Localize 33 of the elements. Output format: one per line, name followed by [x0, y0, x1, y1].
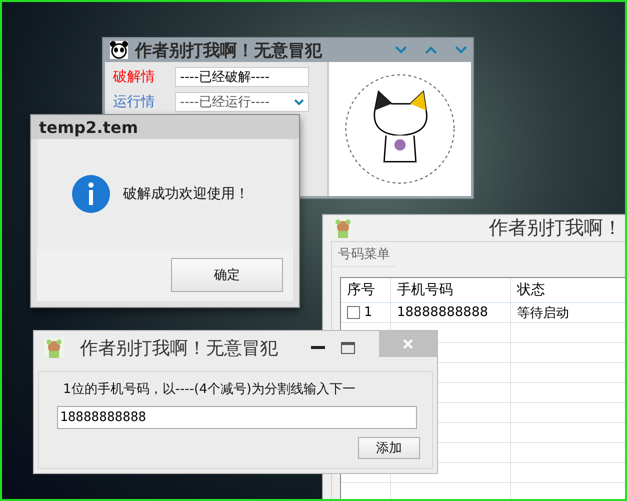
- window-title: 作者别打我啊！: [488, 216, 622, 241]
- number-input-field[interactable]: 18888888888: [57, 406, 417, 429]
- maximize-icon[interactable]: [341, 342, 355, 354]
- text-field[interactable]: ----已经破解----: [175, 67, 309, 87]
- ok-button[interactable]: 确定: [171, 258, 283, 292]
- table-cell: 等待启动: [511, 303, 625, 322]
- chevron-down-icon[interactable]: [455, 46, 467, 54]
- add-button[interactable]: 添加: [358, 437, 420, 459]
- column-header: 状态: [511, 278, 625, 302]
- instruction-text: 1位的手机号码，以----(4个减号)为分割线输入下一: [62, 381, 356, 398]
- caret-icon: [294, 98, 304, 106]
- info-icon: [71, 174, 111, 214]
- menu-tab[interactable]: 号码菜单: [332, 242, 396, 267]
- chevron-up-icon[interactable]: [425, 46, 437, 54]
- close-icon: [403, 339, 413, 349]
- table-cell: 18888888888: [391, 303, 511, 322]
- minimize-icon[interactable]: [311, 346, 325, 350]
- checkbox[interactable]: [347, 306, 360, 319]
- field-label: 破解情: [113, 68, 156, 86]
- avatar-icon: [44, 338, 64, 358]
- message-text: 破解成功欢迎使用！: [123, 185, 249, 203]
- dropdown[interactable]: ----已经运行----: [175, 92, 309, 112]
- chevron-down-icon[interactable]: [395, 46, 407, 54]
- avatar-icon: [333, 218, 353, 238]
- column-header: 手机号码: [391, 278, 511, 302]
- field-label: 运行情: [113, 93, 156, 111]
- window-title: 作者别打我啊！无意冒犯: [135, 40, 324, 62]
- window-title: temp2.tem: [39, 118, 138, 136]
- column-header: 序号: [341, 278, 391, 302]
- panda-icon: [109, 40, 129, 60]
- window-title: 作者别打我啊！无意冒犯: [80, 337, 279, 360]
- close-button[interactable]: [379, 331, 437, 357]
- table-cell: 1: [364, 305, 372, 320]
